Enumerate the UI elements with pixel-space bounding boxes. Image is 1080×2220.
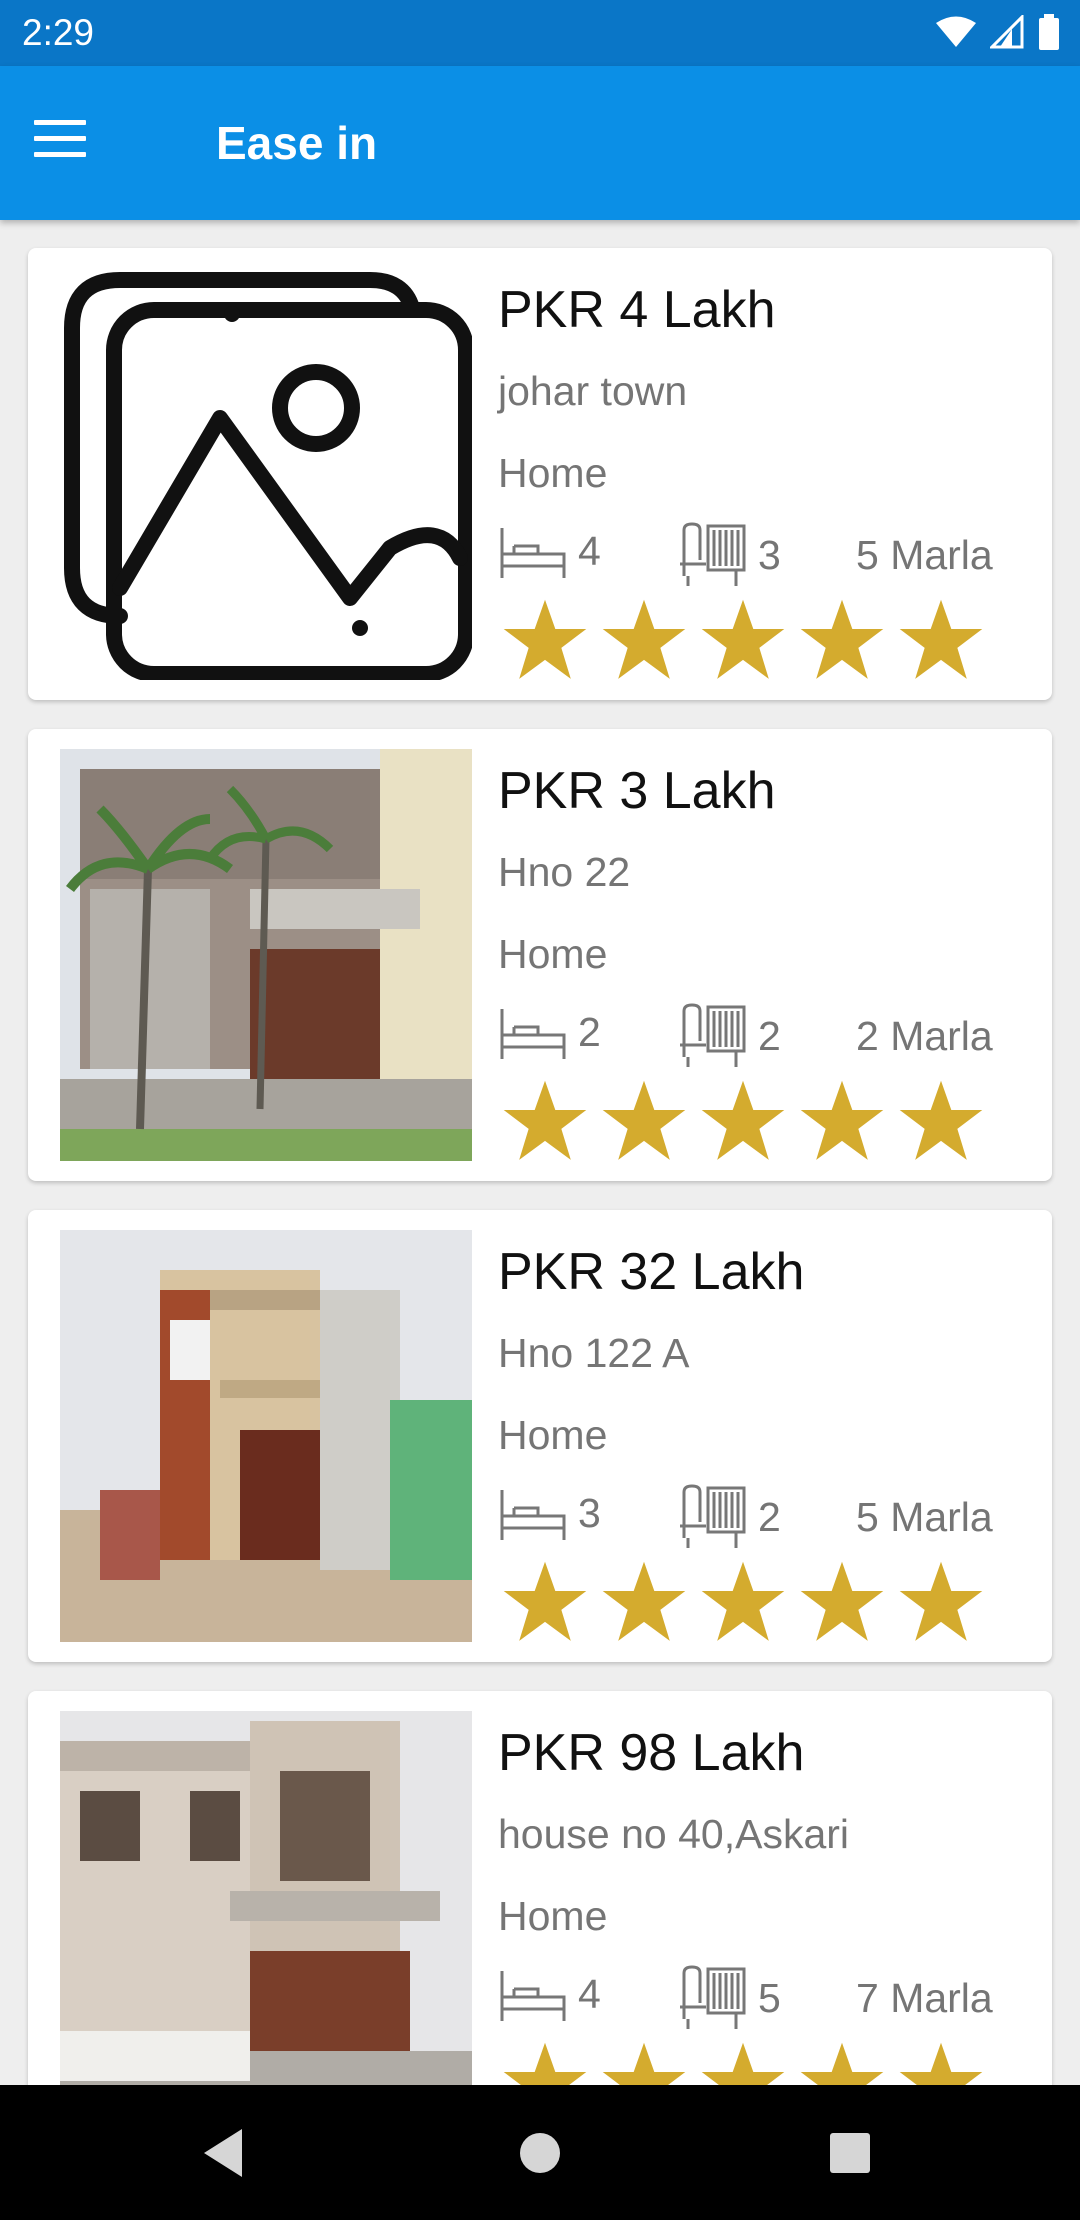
listing-type: Home (498, 1412, 608, 1458)
listing-price: PKR 3 Lakh (498, 762, 776, 820)
star-icon (602, 1561, 686, 1641)
bed-count: 2 (498, 1001, 601, 1063)
bath-count: 5 (678, 1963, 781, 2033)
listing-address: Hno 22 (498, 849, 631, 895)
back-icon[interactable] (196, 2123, 256, 2183)
bed-count: 4 (498, 520, 601, 582)
wifi-icon (936, 16, 976, 47)
bed-count: 4 (498, 1963, 601, 2025)
bathtub-icon (680, 522, 746, 586)
star-icon (503, 599, 587, 679)
star-icon (701, 2042, 785, 2085)
status-icons (936, 14, 1060, 50)
star-icon (602, 1080, 686, 1160)
bed-count: 3 (498, 1482, 601, 1544)
listing-features: 3 2 5 Marla (498, 1482, 1038, 1552)
image-placeholder-icon (60, 268, 474, 682)
bathtub-icon (680, 1003, 746, 1067)
house-photo (60, 749, 472, 1161)
rating-stars (502, 2041, 984, 2085)
listing-card[interactable]: PKR 4 Lakh johar town Home 4 3 5 Marla (28, 248, 1052, 700)
cell-signal-icon (990, 15, 1024, 49)
star-icon (899, 1561, 983, 1641)
star-icon (503, 1561, 587, 1641)
star-icon (800, 1080, 884, 1160)
bed-icon (500, 1009, 566, 1059)
menu-icon-line (34, 120, 86, 125)
listing-list[interactable]: PKR 4 Lakh johar town Home 4 3 5 Marla P… (0, 220, 1080, 2085)
bed-count-value: 4 (578, 527, 601, 574)
star-icon (800, 599, 884, 679)
listing-features: 4 5 7 Marla (498, 1963, 1038, 2033)
star-icon (701, 1561, 785, 1641)
star-icon (701, 599, 785, 679)
rating-stars (502, 1079, 984, 1165)
listing-price: PKR 4 Lakh (498, 281, 776, 339)
rating-stars (502, 1560, 984, 1646)
plot-size: 5 Marla (856, 532, 993, 578)
listing-features: 4 3 5 Marla (498, 520, 1038, 590)
star-icon (800, 2042, 884, 2085)
listing-price: PKR 98 Lakh (498, 1724, 805, 1782)
bath-count: 2 (678, 1001, 781, 1071)
listing-features: 2 2 2 Marla (498, 1001, 1038, 1071)
home-icon[interactable] (510, 2123, 570, 2183)
bed-icon (500, 1971, 566, 2021)
bathtub-icon (680, 1484, 746, 1548)
house-photo (60, 1711, 472, 2085)
star-icon (899, 2042, 983, 2085)
bed-icon (500, 528, 566, 578)
star-icon (503, 2042, 587, 2085)
star-icon (899, 1080, 983, 1160)
plot-size: 7 Marla (856, 1975, 993, 2021)
star-icon (800, 1561, 884, 1641)
bath-count: 3 (678, 520, 781, 590)
rating-stars (502, 598, 984, 684)
bath-count-value: 3 (758, 531, 781, 578)
battery-icon (1039, 14, 1059, 50)
app-title: Ease in (216, 117, 378, 169)
status-time: 2:29 (22, 12, 95, 53)
star-icon (701, 1080, 785, 1160)
bed-count-value: 3 (578, 1489, 601, 1536)
menu-icon-line (34, 136, 86, 141)
star-icon (602, 2042, 686, 2085)
listing-card[interactable]: PKR 98 Lakh house no 40,Askari Home 4 5 … (28, 1691, 1052, 2085)
listing-type: Home (498, 931, 608, 977)
listing-type: Home (498, 450, 608, 496)
bed-count-value: 4 (578, 1970, 601, 2017)
star-icon (503, 1080, 587, 1160)
house-photo (60, 1230, 472, 1642)
menu-icon-line (34, 152, 86, 157)
plot-size: 2 Marla (856, 1013, 993, 1059)
listing-address: Hno 122 A (498, 1330, 690, 1376)
star-icon (602, 599, 686, 679)
listing-address: johar town (498, 368, 688, 414)
app-bar: Ease in (0, 66, 1080, 220)
listing-card[interactable]: PKR 3 Lakh Hno 22 Home 2 2 2 Marla (28, 729, 1052, 1181)
bath-count-value: 2 (758, 1012, 781, 1059)
status-bar: 2:29 (0, 0, 1080, 66)
navigation-bar (0, 2085, 1080, 2220)
bath-count: 2 (678, 1482, 781, 1552)
star-icon (899, 599, 983, 679)
menu-button[interactable] (34, 120, 86, 160)
bed-count-value: 2 (578, 1008, 601, 1055)
listing-price: PKR 32 Lakh (498, 1243, 805, 1301)
recents-icon[interactable] (820, 2123, 880, 2183)
listing-type: Home (498, 1893, 608, 1939)
plot-size: 5 Marla (856, 1494, 993, 1540)
bath-count-value: 2 (758, 1493, 781, 1540)
bed-icon (500, 1490, 566, 1540)
listing-card[interactable]: PKR 32 Lakh Hno 122 A Home 3 2 5 Marla (28, 1210, 1052, 1662)
bath-count-value: 5 (758, 1974, 781, 2021)
bathtub-icon (680, 1965, 746, 2029)
listing-address: house no 40,Askari (498, 1811, 850, 1857)
